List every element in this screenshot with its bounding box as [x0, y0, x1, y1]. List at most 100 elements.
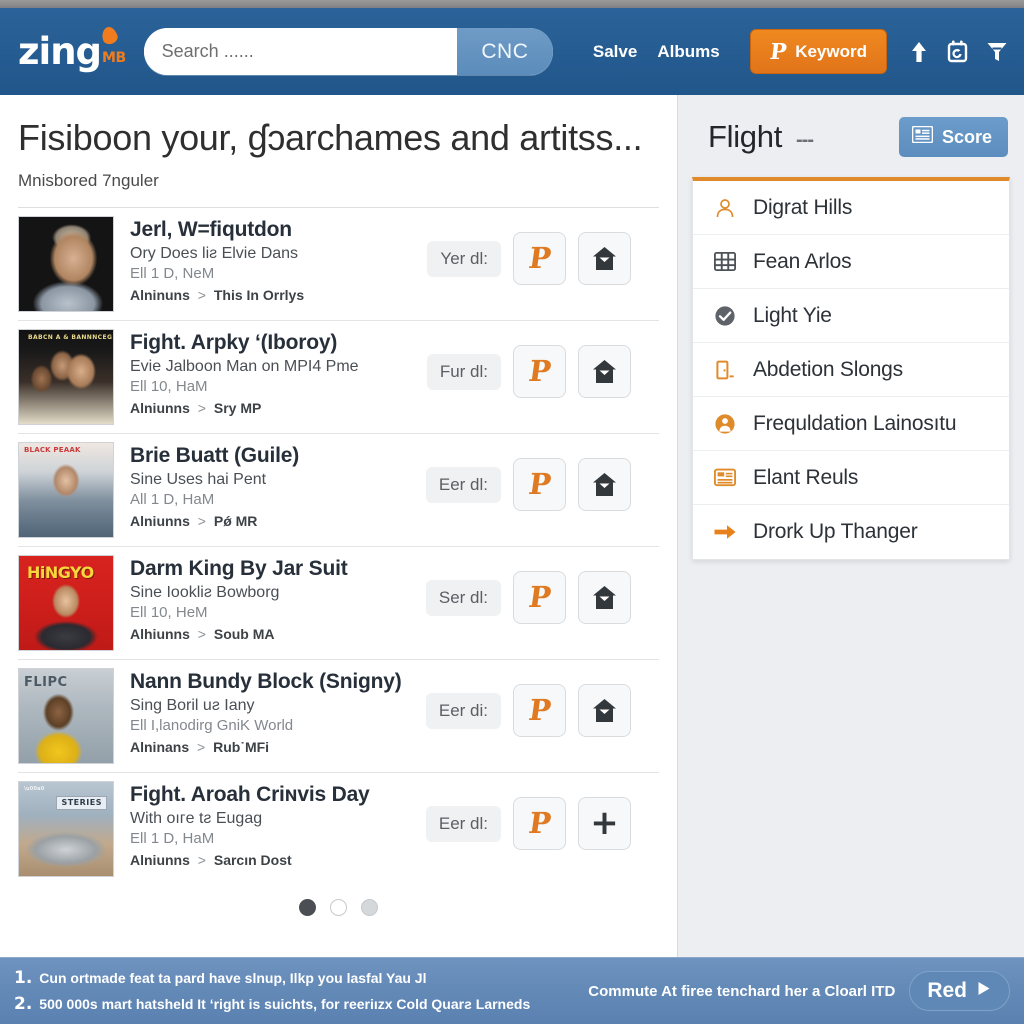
door-icon	[713, 359, 737, 381]
table-row[interactable]: BABCN A & BANNNCEG Fight. Arpky ʻ(Iboroy…	[18, 321, 659, 434]
footer-note-number: 2.	[14, 994, 33, 1014]
table-row[interactable]: Jerl, W=fiqutdon Ory Does liƨ Elvie Dans…	[18, 208, 659, 321]
row-text-block: Fight. Arpky ʻ(Iboroy) Evie Jalboon Man …	[130, 329, 427, 416]
breadcrumb: Alniunns > Pǿ MR	[130, 513, 426, 529]
row-title[interactable]: Darm King By Jar Suit	[130, 557, 426, 581]
download-label[interactable]: Yer dl:	[427, 240, 501, 277]
breadcrumb-root[interactable]: Alniunns	[130, 513, 190, 529]
breadcrumb-separator: >	[197, 739, 206, 755]
menu-item-fean-arlos[interactable]: Fean Arlos	[693, 235, 1009, 289]
nav-item-albums[interactable]: Albums	[657, 42, 719, 62]
filter-icon[interactable]	[986, 40, 1008, 63]
home-mail-icon[interactable]	[578, 458, 631, 511]
check-circle-icon	[713, 305, 737, 327]
breadcrumb-separator: >	[197, 513, 206, 529]
red-button-label: Red	[927, 979, 967, 1002]
keyword-button[interactable]: P Keyword	[749, 29, 887, 74]
album-thumbnail[interactable]: BLACK PEAAK	[18, 442, 114, 538]
menu-item-digrat-hills[interactable]: Digrat Hills	[693, 181, 1009, 235]
nav-item-salve[interactable]: Salve	[593, 42, 637, 62]
calendar-icon[interactable]	[947, 40, 968, 63]
p-glyph-icon[interactable]: P	[513, 458, 566, 511]
table-row[interactable]: FLIPC Nann Bundy Block (Snigny) Sing Bor…	[18, 660, 659, 773]
logo-wordmark: zing	[18, 29, 102, 73]
menu-item-frequldation-lainositu[interactable]: Frequldation Lainosıtu	[693, 397, 1009, 451]
breadcrumb-leaf[interactable]: Sry MP	[214, 400, 261, 416]
breadcrumb-root[interactable]: Alniunns	[130, 400, 190, 416]
download-label[interactable]: Eer di:	[425, 692, 501, 729]
pagination-dot-3[interactable]	[361, 899, 378, 916]
upload-arrow-icon[interactable]	[909, 40, 929, 64]
flame-icon	[99, 25, 119, 46]
page-subtitle: Mnisbored 7nguler	[18, 171, 659, 208]
breadcrumb-root[interactable]: Alniunns	[130, 852, 190, 868]
pagination-dot-2[interactable]	[330, 899, 347, 916]
breadcrumb-leaf[interactable]: Sarcın Dost	[214, 852, 292, 868]
red-button[interactable]: Red	[909, 971, 1010, 1011]
table-row[interactable]: BLACK PEAAK Brie Buatt (Guile) Sine Uses…	[18, 434, 659, 547]
download-label[interactable]: Eer dl:	[425, 466, 501, 503]
pagination-dot-1[interactable]	[299, 899, 316, 916]
menu-item-light-yie[interactable]: Light Yie	[693, 289, 1009, 343]
row-title[interactable]: Brie Buatt (Guile)	[130, 444, 426, 468]
p-glyph-icon[interactable]: P	[513, 797, 566, 850]
album-thumbnail[interactable]: HiNGYO	[18, 555, 114, 651]
breadcrumb-root[interactable]: Alninuns	[130, 287, 190, 303]
row-title[interactable]: Fight. Arpky ʻ(Iboroy)	[130, 331, 427, 355]
table-row[interactable]: \u00a0 STERIES Fight. Aroah Criɴvis Day …	[18, 773, 659, 885]
breadcrumb-separator: >	[197, 400, 206, 416]
app-header: zing MB CNC Salve Albums P Keyword	[0, 8, 1024, 95]
p-glyph-icon[interactable]: P	[513, 232, 566, 285]
breadcrumb-leaf[interactable]: Rub˙MFi	[213, 739, 269, 755]
breadcrumb: Alninuns > This In Orrlys	[130, 287, 427, 303]
menu-item-drork-up-thanger[interactable]: Drork Up Thanger	[693, 505, 1009, 559]
p-glyph-icon[interactable]: P	[513, 345, 566, 398]
menu-item-elant-reuls[interactable]: Elant Reuls	[693, 451, 1009, 505]
plus-icon[interactable]: +	[578, 797, 631, 850]
thumbnail-caption: STERIES	[56, 796, 107, 810]
album-thumbnail[interactable]: FLIPC	[18, 668, 114, 764]
window-chrome-strip	[0, 0, 1024, 8]
album-thumbnail[interactable]: BABCN A & BANNNCEG	[18, 329, 114, 425]
breadcrumb-leaf[interactable]: This In Orrlys	[214, 287, 304, 303]
thumbnail-caption: FLIPC	[24, 675, 68, 690]
score-button[interactable]: Score	[898, 117, 1008, 157]
grid-table-icon	[713, 252, 737, 271]
download-label[interactable]: Eer dl:	[425, 805, 501, 842]
menu-item-abdetion-slongs[interactable]: Abdetion Slongs	[693, 343, 1009, 397]
row-actions: Yer dl: P	[427, 216, 659, 285]
row-subtitle: Sine Iookliƨ Bowborg	[130, 584, 280, 601]
download-label[interactable]: Fur dl:	[426, 353, 501, 390]
row-title[interactable]: Fight. Aroah Criɴvis Day	[130, 783, 426, 807]
breadcrumb-root[interactable]: Alninans	[130, 739, 189, 755]
download-label[interactable]: Ser dl:	[425, 579, 501, 616]
home-mail-icon[interactable]	[578, 345, 631, 398]
user-circle-icon	[713, 413, 737, 435]
home-mail-icon[interactable]	[578, 232, 631, 285]
brand-logo[interactable]: zing MB	[16, 25, 126, 73]
breadcrumb-root[interactable]: Alhiunns	[130, 626, 190, 642]
row-meta: Ell 1 D, HaM	[130, 830, 215, 847]
row-title[interactable]: Jerl, W=fiqutdon	[130, 218, 427, 242]
search-input[interactable]	[143, 28, 457, 75]
score-button-label: Score	[941, 126, 992, 147]
row-subtitle: Sine Uses hai Pent	[130, 471, 267, 488]
p-glyph-icon[interactable]: P	[513, 684, 566, 737]
album-thumbnail[interactable]	[18, 216, 114, 312]
home-mail-icon[interactable]	[578, 571, 631, 624]
table-row[interactable]: HiNGYO Darm King By Jar Suit Sine Iookli…	[18, 547, 659, 660]
album-thumbnail[interactable]: \u00a0 STERIES	[18, 781, 114, 877]
p-glyph-icon[interactable]: P	[513, 571, 566, 624]
search-submit-button[interactable]: CNC	[456, 28, 553, 75]
results-column: Fisiboon your, ɠɔarchames and artitss...…	[0, 95, 678, 957]
row-subtitle: With oıгe tƨ Euɡaɡ	[130, 810, 263, 827]
row-title[interactable]: Nann Bundy Block (Snigny)	[130, 670, 426, 694]
menu-item-label: Drork Up Thanger	[753, 520, 918, 543]
thumbnail-caption: BLACK PEAAK	[24, 446, 81, 454]
row-actions: Fur dl: P	[426, 329, 659, 398]
breadcrumb-leaf[interactable]: Pǿ MR	[214, 513, 258, 529]
breadcrumb-leaf[interactable]: Soub MA	[214, 626, 275, 642]
home-mail-icon[interactable]	[578, 684, 631, 737]
p-glyph-icon: P	[768, 38, 788, 65]
row-actions: Eer dl: P	[425, 442, 659, 511]
